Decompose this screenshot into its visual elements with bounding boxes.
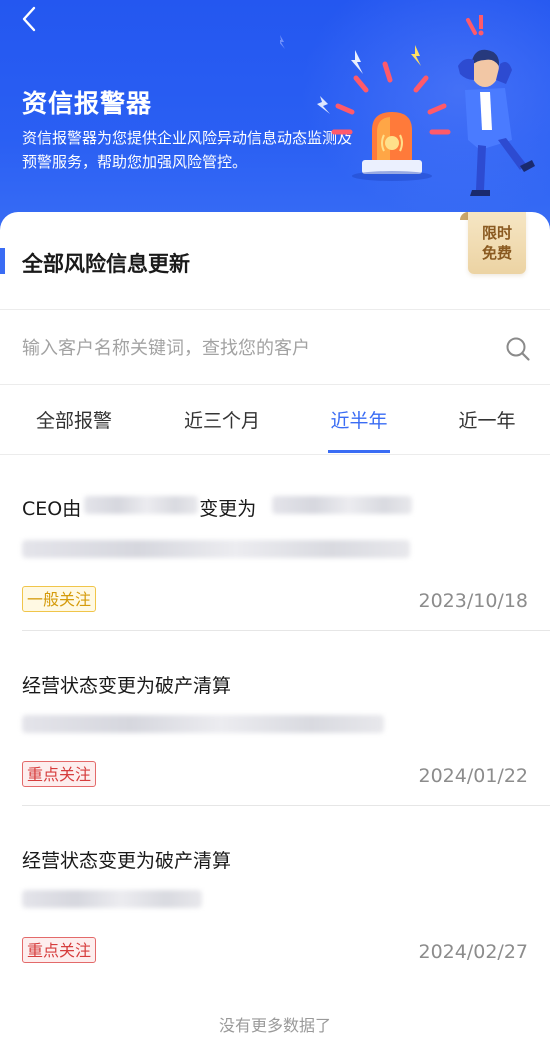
alert-title-mid: 变更为	[199, 498, 257, 520]
alert-level-tag: 一般关注	[22, 586, 97, 612]
redacted-text	[272, 496, 412, 514]
alert-date: 2024/02/27	[418, 941, 528, 963]
alert-list-item[interactable]: 经营状态变更为破产清算 重点关注 2024/02/27	[0, 806, 550, 981]
tab-all-alerts[interactable]: 全部报警	[22, 406, 126, 436]
alert-date: 2024/01/22	[418, 765, 528, 787]
alert-level-tag: 重点关注	[22, 937, 97, 963]
search-bar	[0, 312, 550, 384]
no-more-data-text: 没有更多数据了	[218, 1016, 331, 1035]
search-input[interactable]	[22, 332, 482, 364]
section-title: 全部风险信息更新	[22, 252, 190, 276]
tab-last-half-year[interactable]: 近半年	[318, 406, 400, 436]
search-icon[interactable]	[505, 336, 531, 362]
divider	[0, 384, 550, 385]
section-header: 全部风险信息更新 限时免费	[0, 212, 550, 310]
alert-list-item[interactable]: CEO由 变更为 一般关注 2023/10/18	[0, 456, 550, 631]
alert-date: 2023/10/18	[418, 590, 528, 612]
redacted-text	[22, 715, 384, 733]
tab-last-year[interactable]: 近一年	[446, 406, 528, 436]
page-title: 资信报警器	[22, 89, 153, 118]
redacted-text	[22, 890, 202, 908]
promo-badge-notch	[460, 212, 468, 220]
promo-badge-label: 限时免费	[481, 224, 512, 262]
alarm-illustration-icon	[280, 15, 535, 196]
active-tab-indicator	[328, 450, 390, 453]
alert-level-tag: 重点关注	[22, 761, 97, 787]
section-accent-bar	[0, 248, 5, 274]
alert-title-prefix: CEO由	[22, 498, 82, 520]
back-button[interactable]	[14, 4, 44, 34]
tab-last-three-months[interactable]: 近三个月	[170, 406, 274, 436]
redacted-text	[84, 496, 198, 514]
free-promo-badge: 限时免费	[468, 212, 526, 274]
divider	[0, 309, 550, 310]
divider	[0, 454, 550, 455]
chevron-left-icon	[22, 6, 36, 32]
alert-title: 经营状态变更为破产清算	[22, 675, 232, 697]
alert-title: 经营状态变更为破产清算	[22, 850, 232, 872]
time-range-tabs: 全部报警 近三个月 近半年 近一年	[0, 388, 550, 454]
alert-list-item[interactable]: 经营状态变更为破产清算 重点关注 2024/01/22	[0, 631, 550, 806]
risk-alert-page: 资信报警器 资信报警器为您提供企业风险异动信息动态监测及预警服务，帮助您加强风险…	[0, 0, 550, 1061]
redacted-text	[22, 540, 410, 558]
